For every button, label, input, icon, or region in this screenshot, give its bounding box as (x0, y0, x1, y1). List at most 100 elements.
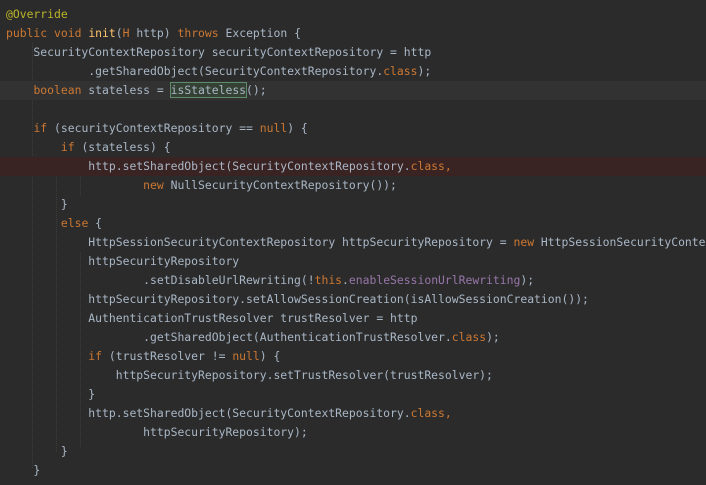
code-line[interactable]: } (0, 461, 706, 480)
code-token: class (451, 330, 487, 344)
code-text: httpSecurityRepository (6, 252, 239, 271)
code-editor[interactable]: @Override public void init(H http) throws… (0, 0, 706, 485)
code-line[interactable]: .getSharedObject(SecurityContextReposito… (0, 62, 706, 81)
code-token: ); (520, 273, 535, 287)
code-token: new (143, 178, 164, 192)
code-token: HttpSessionSecurityContextRepository htt… (6, 235, 514, 249)
code-text: .getSharedObject(AuthenticationTrustReso… (6, 328, 500, 347)
code-line[interactable]: } (0, 385, 706, 404)
code-text: .getSharedObject(SecurityContextReposito… (6, 62, 431, 81)
code-token: void (54, 26, 82, 40)
code-token: } (6, 444, 68, 458)
code-token: @Override (6, 7, 68, 21)
code-token: (); (246, 83, 267, 97)
code-line[interactable]: if (trustResolver != null) { (0, 347, 706, 366)
code-text: HttpSessionSecurityContextRepository htt… (6, 233, 706, 252)
code-text: boolean stateless = isStateless(); (6, 81, 267, 100)
highlighted-usage: isStateless (169, 82, 248, 98)
code-token: class (383, 64, 418, 78)
code-token: .getSharedObject(AuthenticationTrustReso… (6, 330, 452, 344)
code-token: . (342, 273, 349, 287)
code-line[interactable]: } (0, 442, 706, 461)
code-line-current[interactable]: boolean stateless = isStateless(); (0, 81, 706, 100)
code-text: if (trustResolver != null) { (6, 347, 280, 366)
code-line[interactable]: httpSecurityRepository.setAllowSessionCr… (0, 290, 706, 309)
code-token: Exception { (218, 26, 301, 40)
code-text: http.setSharedObject(SecurityContextRepo… (6, 157, 452, 176)
code-token: ( (115, 26, 123, 40)
code-line[interactable]: http.setSharedObject(SecurityContextRepo… (0, 404, 706, 423)
code-token: else (60, 216, 89, 230)
code-token: class (410, 406, 445, 420)
code-token: , (444, 159, 452, 173)
code-token: (stateless) { (74, 140, 171, 154)
code-text: SecurityContextRepository securityContex… (6, 43, 431, 62)
code-token: stateless = (81, 83, 171, 97)
code-token: throws (177, 26, 219, 40)
code-token: null (232, 349, 260, 363)
code-token: .setDisableUrlRewriting(! (6, 273, 315, 287)
code-token: ); (486, 330, 500, 344)
code-token: enableSessionUrlRewriting (348, 273, 521, 287)
code-token: this (314, 273, 343, 287)
code-token: } (6, 387, 96, 401)
code-token: if (33, 121, 48, 135)
code-line[interactable]: AuthenticationTrustResolver trustResolve… (0, 309, 706, 328)
code-token: } (6, 197, 68, 211)
code-text: http.setSharedObject(SecurityContextRepo… (6, 404, 451, 423)
code-line[interactable]: else { (0, 214, 706, 233)
code-token: boolean (33, 83, 82, 97)
code-token: http) (129, 26, 178, 40)
code-token: if (60, 140, 75, 154)
code-line[interactable]: httpSecurityRepository); (0, 423, 706, 442)
code-text: if (stateless) { (6, 138, 171, 157)
code-line[interactable]: SecurityContextRepository securityContex… (0, 43, 706, 62)
code-line[interactable]: new NullSecurityContextRepository()); (0, 176, 706, 195)
code-line[interactable]: public void init(H http) throws Exceptio… (0, 24, 706, 43)
code-token: http.setSharedObject(SecurityContextRepo… (6, 406, 411, 420)
code-text: } (6, 195, 68, 214)
code-token: } (6, 463, 41, 477)
code-line[interactable]: httpSecurityRepository (0, 252, 706, 271)
code-token: .getSharedObject(SecurityContextReposito… (6, 64, 384, 78)
code-line[interactable]: HttpSessionSecurityContextRepository htt… (0, 233, 706, 252)
code-line[interactable] (0, 480, 706, 485)
code-line-breakpoint[interactable]: http.setSharedObject(SecurityContextRepo… (0, 157, 706, 176)
code-token: SecurityContextRepository securityContex… (6, 45, 432, 59)
code-token: HttpSessionSecurityContextRepository(); (540, 235, 706, 249)
code-line[interactable] (0, 100, 706, 119)
code-token: class (410, 159, 445, 173)
code-token: null (259, 121, 288, 135)
code-line[interactable]: @Override (0, 5, 706, 24)
code-token: init (88, 26, 116, 40)
code-line[interactable]: .setDisableUrlRewriting(!this.enableSess… (0, 271, 706, 290)
code-line[interactable]: httpSecurityRepository.setTrustResolver(… (0, 366, 706, 385)
code-token: { (88, 216, 103, 230)
code-token: ); (417, 64, 432, 78)
code-text: httpSecurityRepository.setTrustResolver(… (6, 366, 493, 385)
code-line[interactable]: .getSharedObject(AuthenticationTrustReso… (0, 328, 706, 347)
code-text: } (6, 461, 40, 480)
code-line[interactable]: if (securityContextRepository == null) { (0, 119, 706, 138)
code-text: httpSecurityRepository.setAllowSessionCr… (6, 290, 589, 309)
code-token: public (6, 26, 48, 40)
code-token: http.setSharedObject(SecurityContextRepo… (6, 159, 411, 173)
code-text: if (securityContextRepository == null) { (6, 119, 308, 138)
code-token: ) { (287, 121, 308, 135)
code-token: if (88, 349, 103, 363)
code-token: NullSecurityContextRepository()); (163, 178, 397, 192)
code-text: new NullSecurityContextRepository()); (6, 176, 397, 195)
code-line[interactable]: } (0, 195, 706, 214)
code-token: ) { (259, 349, 281, 363)
code-text: } (6, 442, 68, 461)
code-token: AuthenticationTrustResolver trustResolve… (6, 311, 418, 325)
code-line[interactable]: if (stateless) { (0, 138, 706, 157)
code-text: public void init(H http) throws Exceptio… (6, 24, 301, 43)
